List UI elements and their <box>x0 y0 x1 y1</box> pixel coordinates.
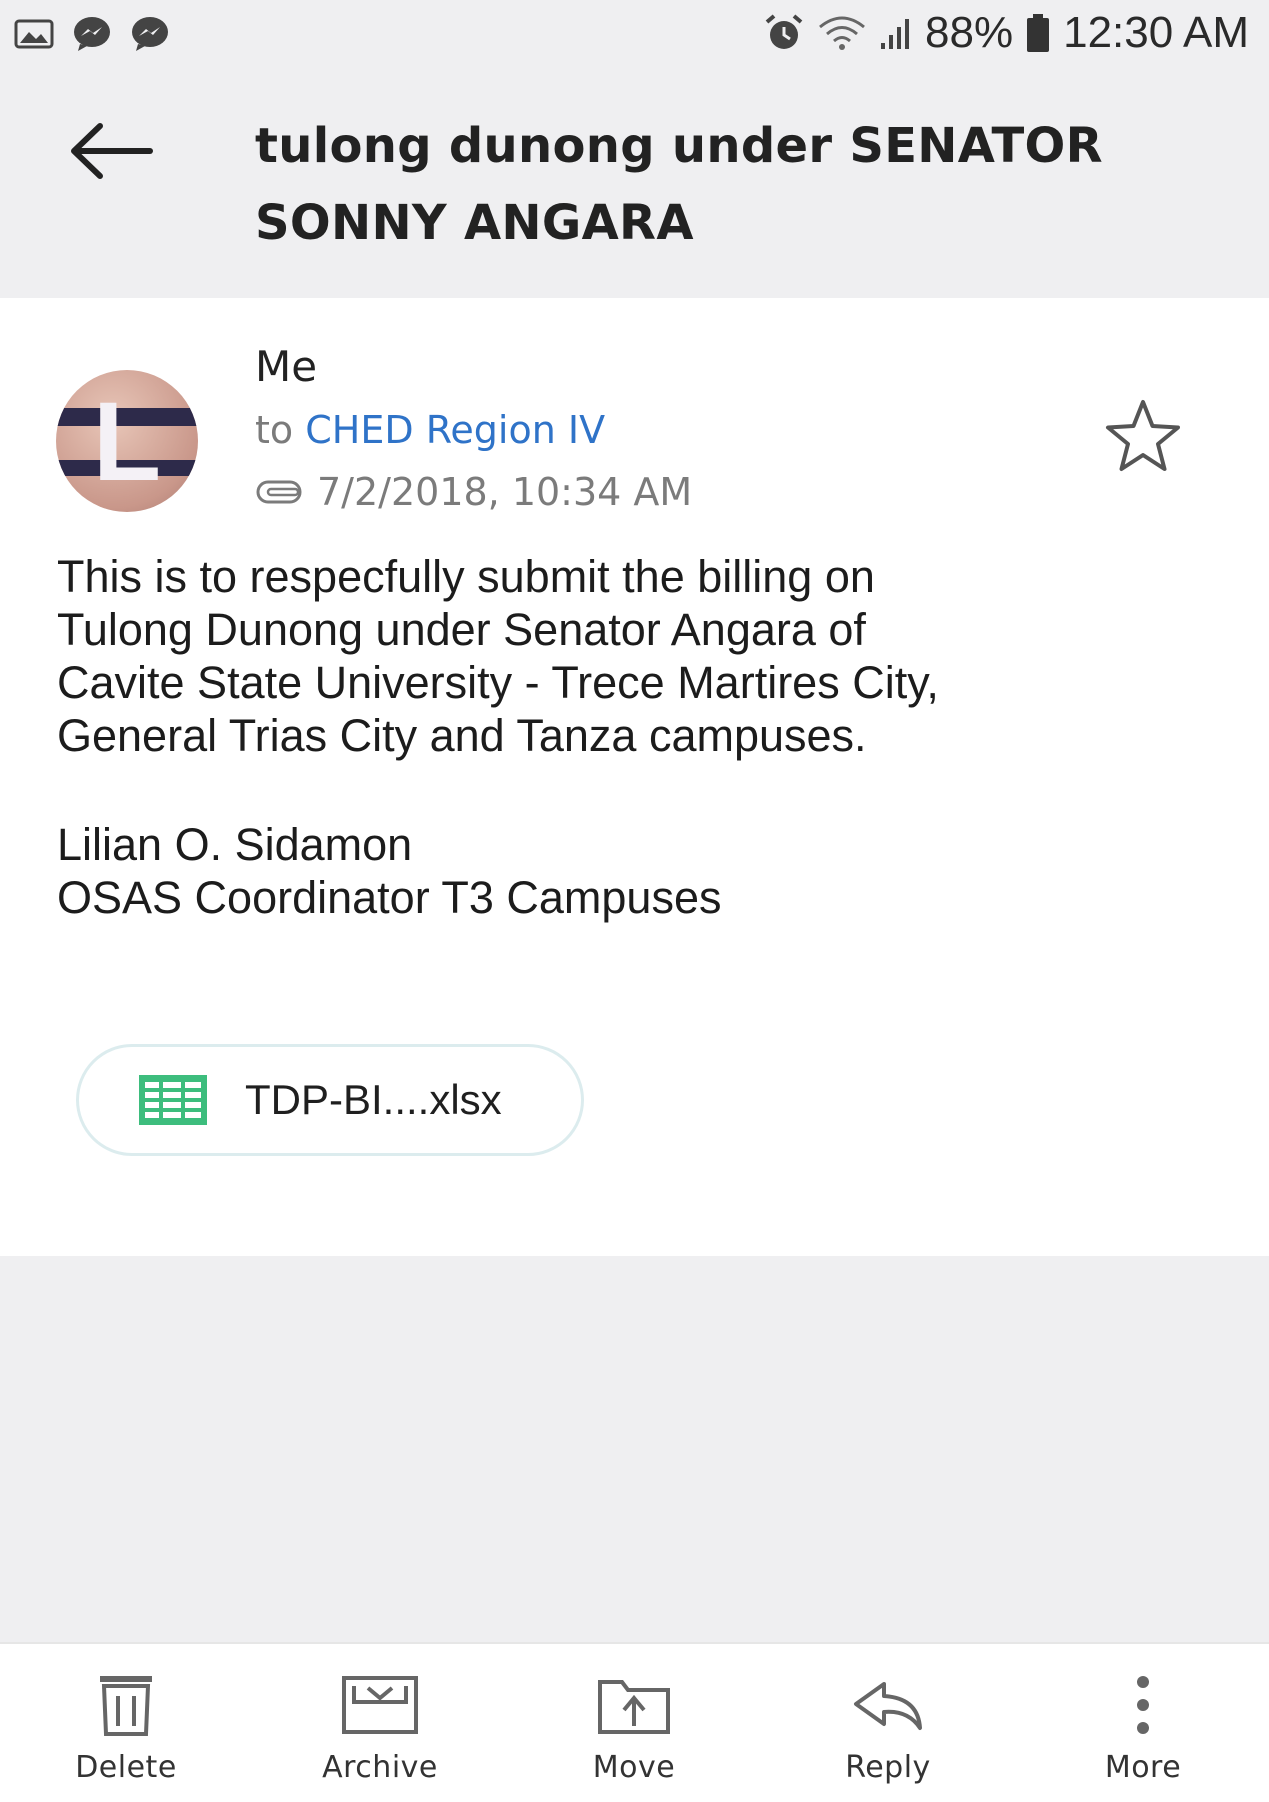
clock: 12:30 AM <box>1063 8 1249 57</box>
body-line: This is to respecfully submit the billin… <box>57 551 875 602</box>
body-line: Tulong Dunong under Senator Angara of <box>57 604 866 655</box>
body-line: General Trias City and Tanza campuses. <box>57 710 867 761</box>
avatar[interactable]: L <box>56 370 198 512</box>
messenger-icon <box>74 17 110 51</box>
move-to-folder-icon <box>598 1680 670 1734</box>
move-button[interactable]: Move <box>534 1644 734 1802</box>
battery-icon <box>1027 14 1050 52</box>
more-button[interactable]: More <box>1043 1644 1243 1802</box>
spreadsheet-icon <box>139 1075 207 1125</box>
body-line: Cavite State University - Trece Martires… <box>57 657 939 708</box>
reply-arrow-icon <box>854 1682 922 1730</box>
signal-icon <box>881 19 910 49</box>
archive-icon <box>342 1676 418 1734</box>
status-indicators: 88% 12:30 AM <box>763 8 1249 58</box>
attachment-chip[interactable]: TDP-BI....xlsx <box>76 1044 584 1156</box>
more-label: More <box>1104 1750 1182 1785</box>
reply-label: Reply <box>845 1750 931 1785</box>
messenger-icon <box>132 17 168 51</box>
image-notification-icon <box>14 19 54 49</box>
message-card: L Me to CHED Region IV 7/2/2018, 10:34 A… <box>0 298 1269 1256</box>
attachment-name: TDP-BI....xlsx <box>245 1076 502 1123</box>
message-date: 7/2/2018, 10:34 AM <box>317 470 693 514</box>
to-label: to <box>255 408 294 452</box>
delete-label: Delete <box>75 1750 177 1785</box>
back-button[interactable] <box>66 116 156 186</box>
battery-percent: 88% <box>925 8 1014 57</box>
sender-name: Me <box>255 342 318 391</box>
avatar-letter: L <box>92 378 162 504</box>
signature: Lilian O. Sidamon OSAS Coordinator T3 Ca… <box>57 818 721 924</box>
recipient-line: to CHED Region IV <box>255 408 605 452</box>
message-header: tulong dunong under SENATOR SONNY ANGARA <box>0 70 1269 298</box>
reply-button[interactable]: Reply <box>788 1644 988 1802</box>
wifi-icon <box>819 16 865 50</box>
move-label: Move <box>592 1750 676 1785</box>
recipient-link[interactable]: CHED Region IV <box>305 408 605 452</box>
signature-name: Lilian O. Sidamon <box>57 819 413 870</box>
more-vertical-icon <box>1137 1676 1149 1734</box>
message-body: This is to respecfully submit the billin… <box>57 550 1237 762</box>
signature-title: OSAS Coordinator T3 Campuses <box>57 872 722 923</box>
subject-line: SONNY ANGARA <box>255 195 694 251</box>
archive-button[interactable]: Archive <box>280 1644 480 1802</box>
message-subject: tulong dunong under SENATOR SONNY ANGARA <box>255 108 1215 262</box>
status-notifications <box>14 16 170 52</box>
archive-label: Archive <box>322 1750 438 1785</box>
subject-line: tulong dunong under SENATOR <box>255 118 1103 174</box>
date-line: 7/2/2018, 10:34 AM <box>255 470 692 514</box>
alarm-icon <box>765 14 803 49</box>
attachment-link-icon <box>256 480 302 504</box>
back-arrow-icon <box>71 123 153 179</box>
star-button[interactable] <box>1100 394 1186 480</box>
star-outline-icon <box>1106 400 1180 471</box>
status-bar: 88% 12:30 AM <box>0 0 1269 70</box>
delete-button[interactable]: Delete <box>26 1644 226 1802</box>
trash-icon <box>100 1676 152 1736</box>
bottom-toolbar: Delete Archive Move Reply More <box>0 1642 1269 1802</box>
